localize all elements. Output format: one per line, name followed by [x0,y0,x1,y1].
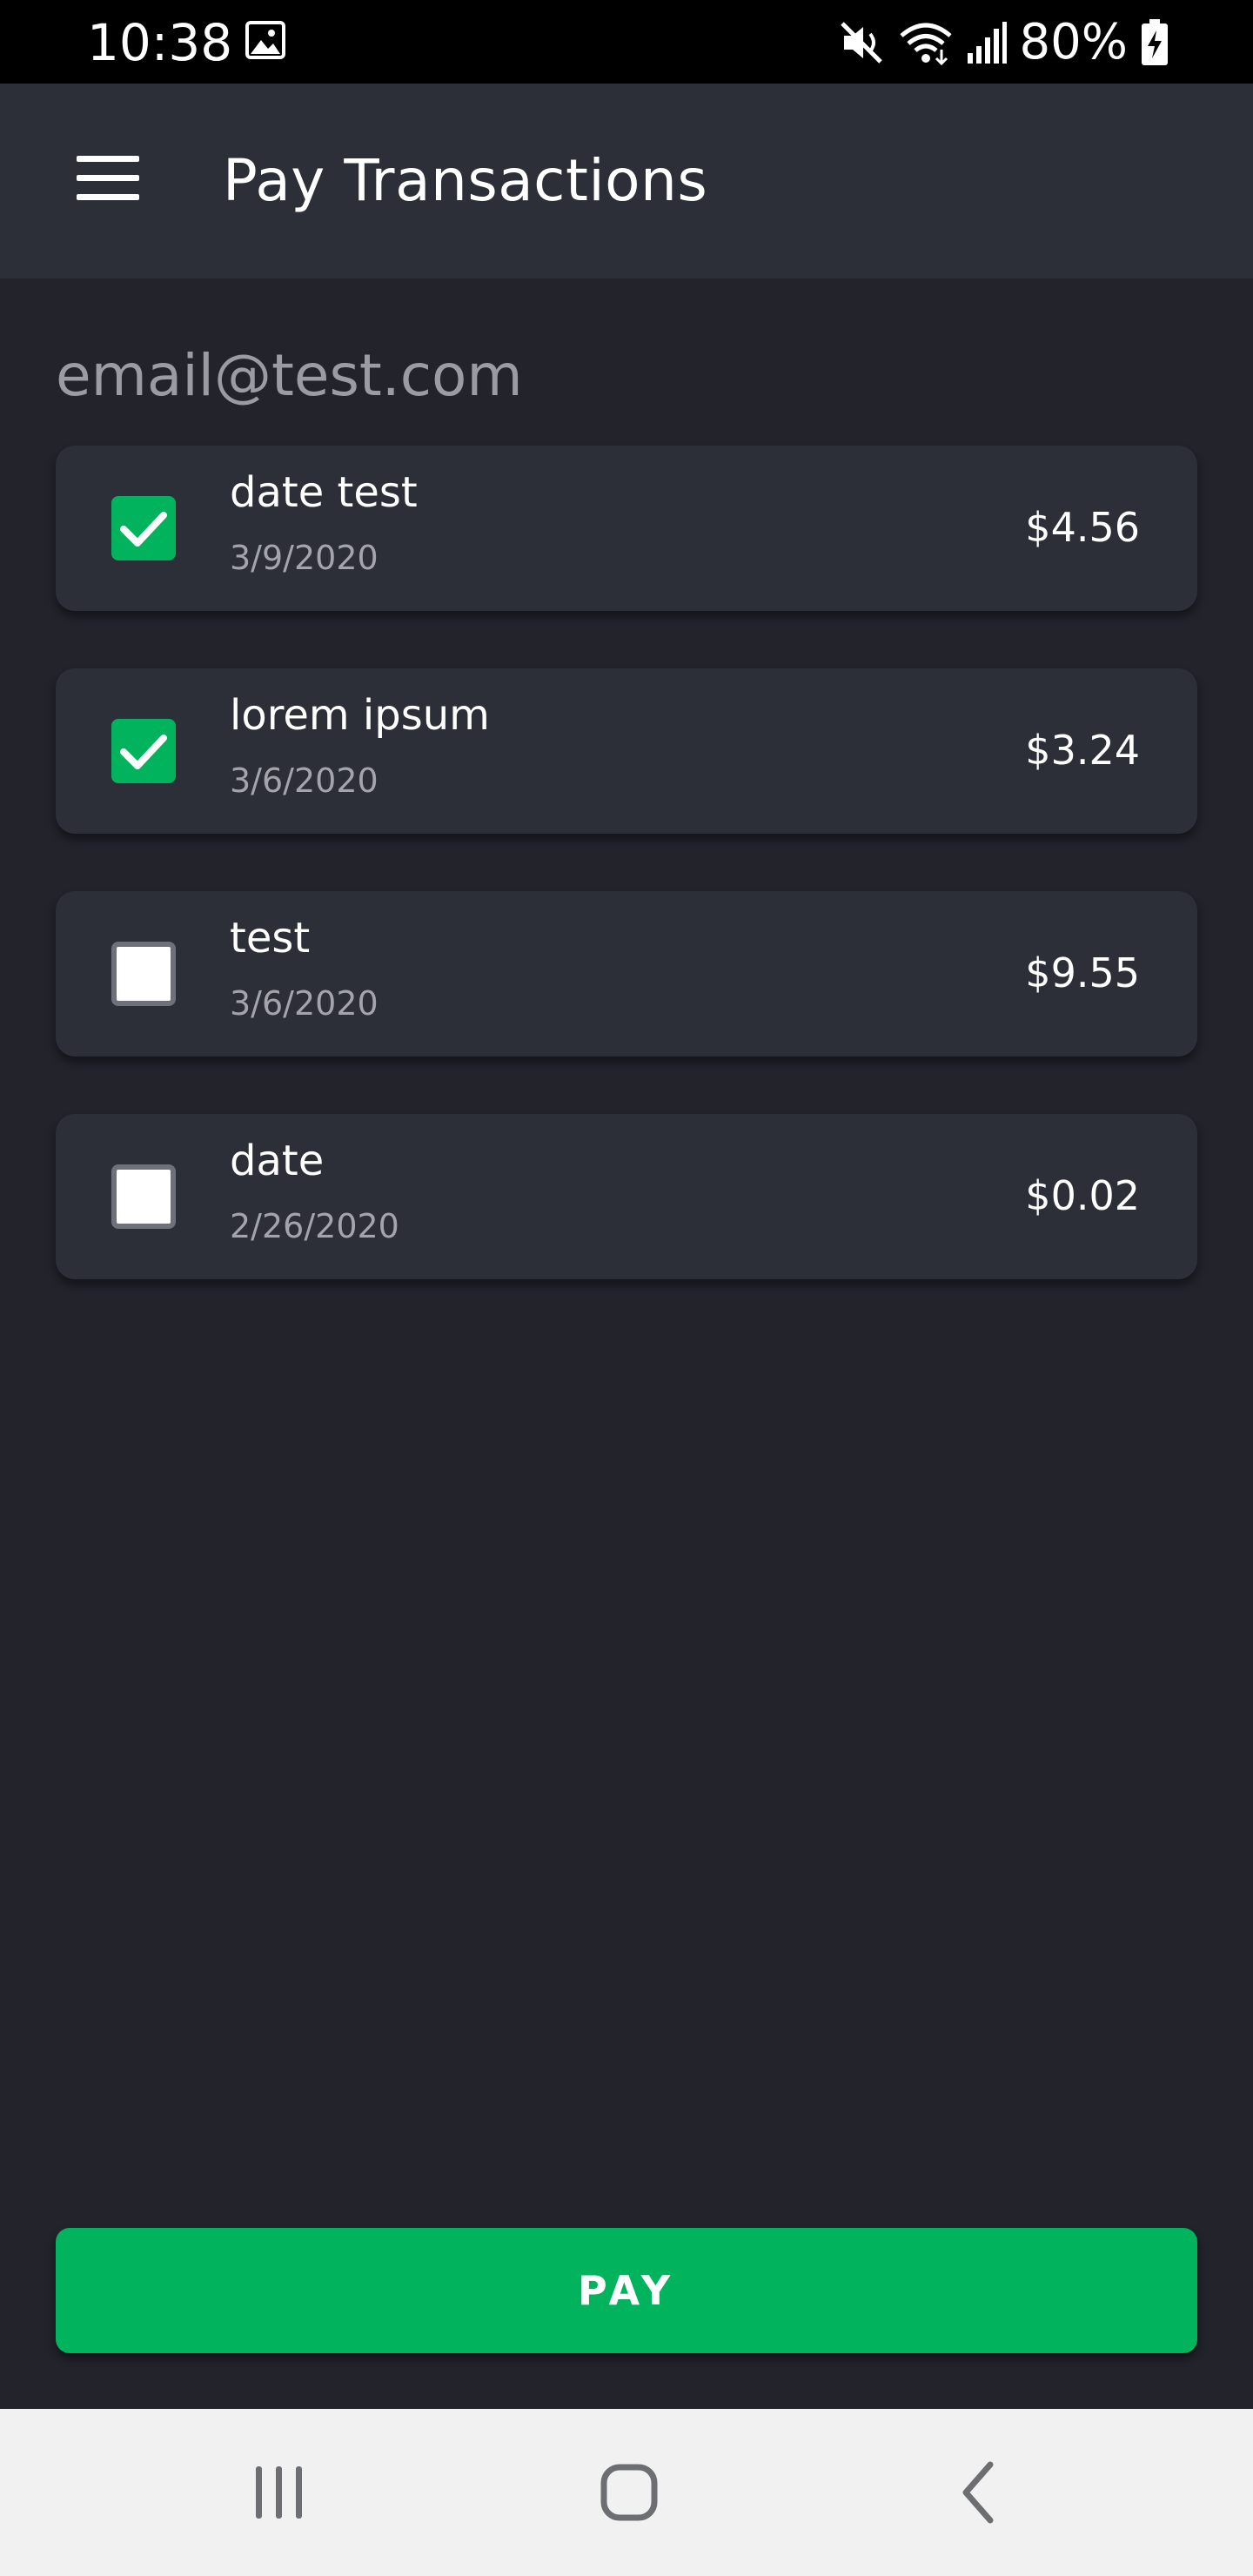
system-nav-bar [0,2409,1253,2576]
checkmark-icon [120,735,167,769]
status-bar: 10:38 80% [0,0,1253,84]
battery-percent: 80% [1019,14,1128,70]
transaction-name: date test [230,468,418,517]
battery-charging-icon [1142,19,1168,65]
photo-icon [245,21,285,59]
transaction-name: test [230,914,311,963]
hamburger-menu-icon[interactable] [73,152,143,205]
back-icon[interactable] [940,2458,1018,2527]
transaction-amount: $4.56 [1025,504,1140,551]
wifi-icon [899,23,952,65]
home-icon[interactable] [590,2458,668,2527]
transaction-checkbox[interactable] [111,1164,176,1229]
transaction-card[interactable]: date test 3/9/2020 $4.56 [56,446,1197,611]
screen: 10:38 80% Pay Transactions email@test.co… [0,0,1253,2576]
signal-icon [967,22,1007,64]
transaction-date: 3/6/2020 [230,761,379,800]
transaction-amount: $9.55 [1025,949,1140,996]
transaction-card[interactable]: test 3/6/2020 $9.55 [56,891,1197,1057]
transaction-checkbox[interactable] [111,942,176,1006]
transaction-date: 3/9/2020 [230,539,379,577]
transaction-name: date [230,1137,325,1185]
status-icons: 80% [839,12,1169,73]
transaction-amount: $3.24 [1025,727,1140,774]
transaction-date: 2/26/2020 [230,1207,399,1245]
transaction-amount: $0.02 [1025,1172,1140,1219]
account-email: email@test.com [56,342,523,409]
pay-button[interactable]: PAY [56,2228,1197,2353]
transaction-card[interactable]: date 2/26/2020 $0.02 [56,1114,1197,1279]
mute-icon [840,22,882,64]
checkmark-icon [120,512,167,547]
transaction-card[interactable]: lorem ipsum 3/6/2020 $3.24 [56,668,1197,834]
app-bar: Pay Transactions [0,84,1253,278]
transaction-checkbox[interactable] [111,719,176,783]
transaction-checkbox[interactable] [111,496,176,560]
transaction-name: lorem ipsum [230,691,490,740]
pay-button-label: PAY [578,2267,675,2314]
status-time: 10:38 [87,13,233,72]
page-title: Pay Transactions [223,147,708,214]
transaction-date: 3/6/2020 [230,984,379,1023]
recents-icon[interactable] [240,2458,318,2527]
